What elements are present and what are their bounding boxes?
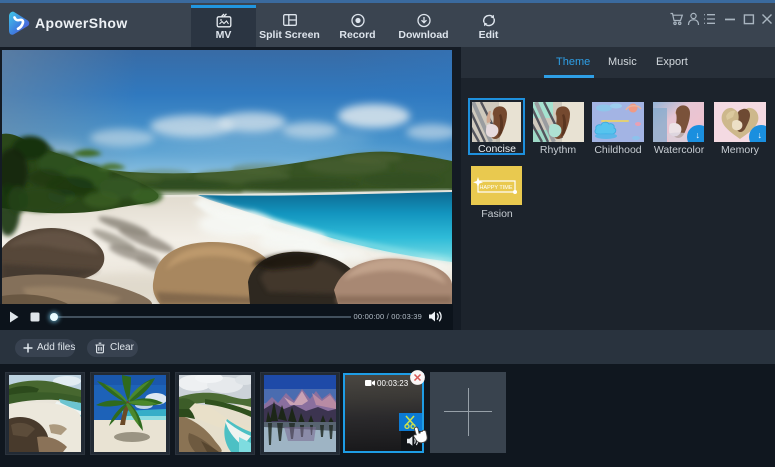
svg-text:HAPPY TIME: HAPPY TIME	[479, 185, 512, 191]
